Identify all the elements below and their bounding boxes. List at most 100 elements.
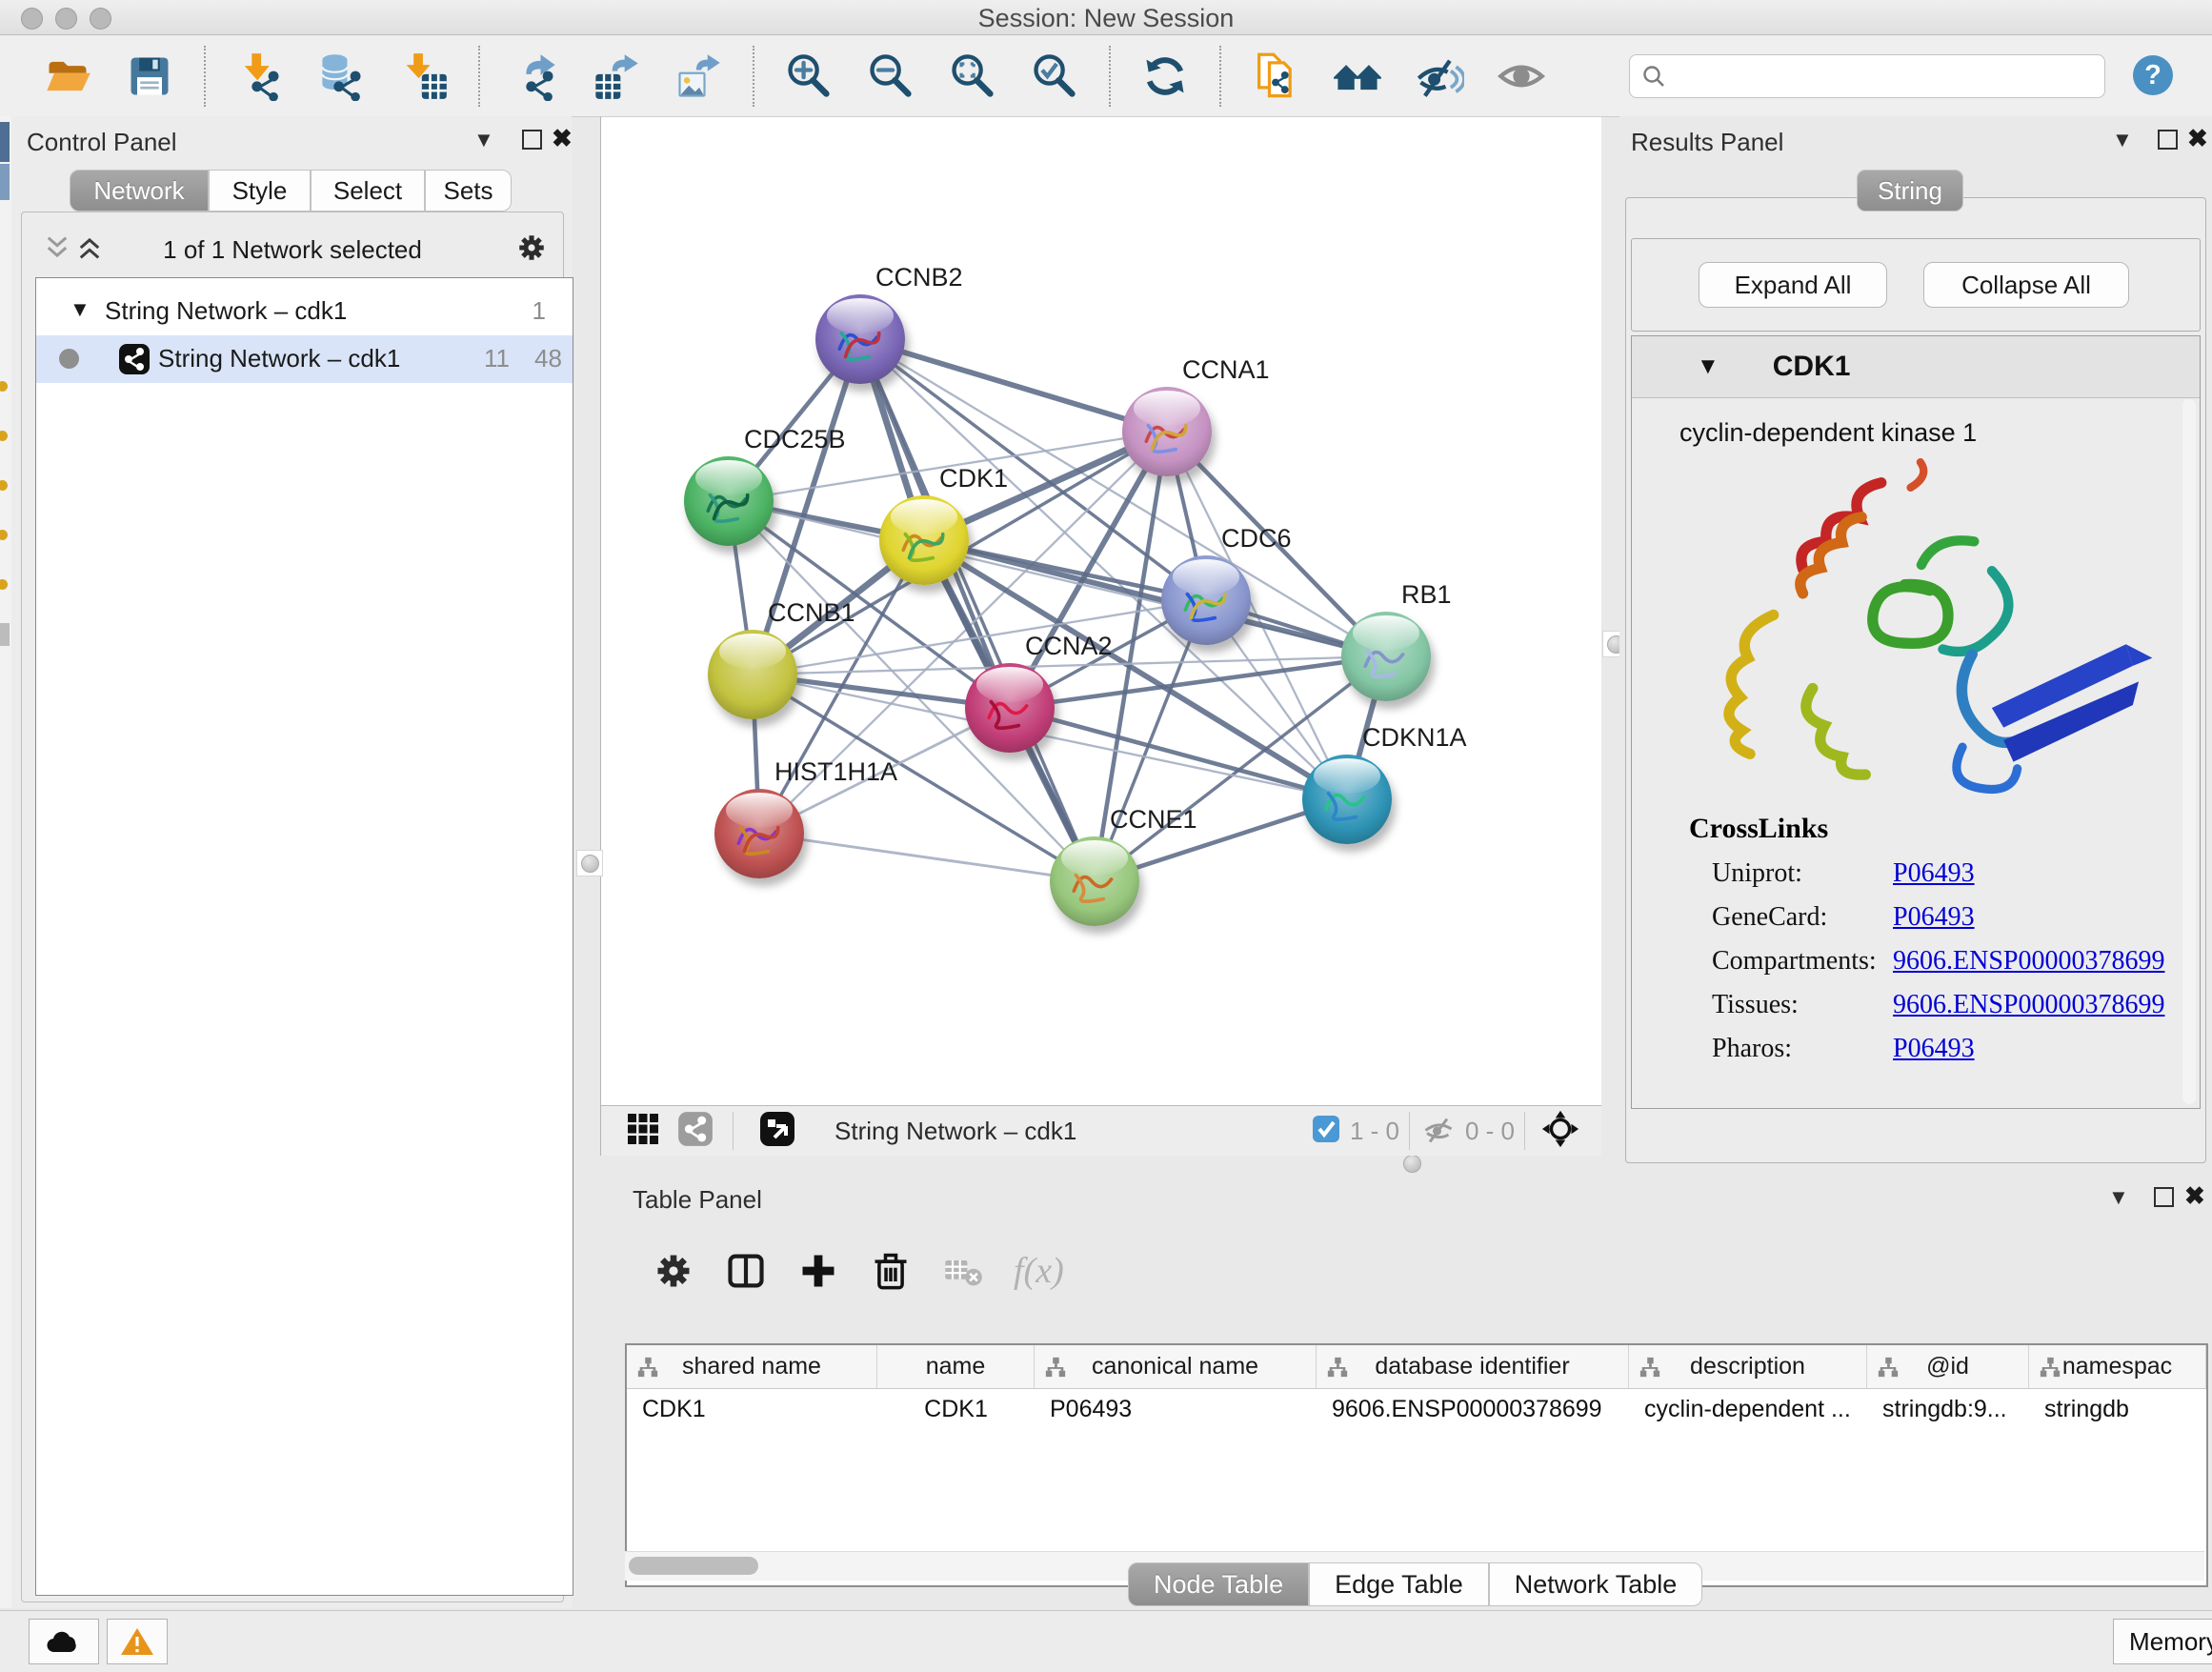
network-node-ccna2[interactable] [965, 663, 1055, 753]
create-column-plus-icon[interactable] [791, 1243, 846, 1299]
tab-sets[interactable]: Sets [425, 170, 512, 212]
search-input[interactable] [1674, 58, 2104, 94]
new-network-from-selection-icon[interactable] [1244, 45, 1307, 108]
network-options-gear-icon[interactable] [515, 232, 548, 269]
hidden-eye-icon[interactable] [1421, 1112, 1456, 1151]
table-panel-close-icon[interactable]: ✖ [2184, 1181, 2205, 1211]
table-panel-float-icon[interactable] [2154, 1187, 2174, 1207]
tab-style[interactable]: Style [209, 170, 311, 212]
expand-all-button[interactable]: Expand All [1699, 262, 1887, 308]
table-options-gear-icon[interactable] [646, 1243, 701, 1299]
tab-select[interactable]: Select [311, 170, 425, 212]
control-panel-menu-icon[interactable]: ▼ [473, 128, 494, 152]
delete-column-trash-icon[interactable] [863, 1243, 918, 1299]
network-row[interactable]: String Network – cdk1 11 48 [36, 335, 573, 383]
tab-string[interactable]: String [1857, 170, 1963, 212]
column-header-description[interactable]: description [1629, 1345, 1867, 1388]
export-image-icon[interactable] [667, 45, 730, 108]
table-cell[interactable]: CDK1 [627, 1388, 877, 1430]
results-scrollbar[interactable] [2182, 399, 2196, 1104]
network-node-cdc6[interactable] [1161, 555, 1251, 645]
memory-button[interactable]: Memory [2113, 1619, 2212, 1664]
help-icon[interactable]: ? [2130, 52, 2176, 98]
selected-checkbox-icon[interactable] [1312, 1115, 1340, 1148]
collapse-all-button[interactable]: Collapse All [1923, 262, 2129, 308]
column-header-shared-name[interactable]: shared name [627, 1345, 877, 1388]
network-node-cdkn1a[interactable] [1302, 755, 1392, 844]
hide-selected-icon[interactable] [1408, 45, 1471, 108]
zoom-out-icon[interactable] [859, 45, 922, 108]
network-node-hist1h1a[interactable] [714, 789, 804, 878]
export-network-icon[interactable] [503, 45, 566, 108]
crosslink-link[interactable]: P06493 [1893, 1034, 1975, 1064]
show-columns-icon[interactable] [718, 1243, 774, 1299]
crosslink-link[interactable]: P06493 [1893, 902, 1975, 933]
column-header-namespac[interactable]: namespac [2029, 1345, 2206, 1388]
first-neighbors-icon[interactable] [1326, 45, 1389, 108]
left-splitter-handle[interactable] [576, 850, 603, 876]
table-cell[interactable]: stringdb [2029, 1388, 2206, 1430]
refresh-icon[interactable] [1134, 45, 1196, 108]
zoom-in-icon[interactable] [777, 45, 840, 108]
gene-symbol: CDK1 [1773, 351, 1851, 383]
column-header-canonical-name[interactable]: canonical name [1035, 1345, 1317, 1388]
table-cell[interactable]: 9606.ENSP00000378699 [1317, 1388, 1629, 1430]
control-panel-float-icon[interactable] [522, 130, 542, 150]
table-cell[interactable]: stringdb:9... [1867, 1388, 2029, 1430]
table-cell[interactable]: P06493 [1035, 1388, 1317, 1430]
tab-network-table[interactable]: Network Table [1489, 1562, 1703, 1606]
zoom-selected-icon[interactable] [1023, 45, 1086, 108]
tab-edge-table[interactable]: Edge Table [1309, 1562, 1489, 1606]
results-panel-menu-icon[interactable]: ▼ [2112, 128, 2133, 152]
zoom-fit-icon[interactable] [941, 45, 1004, 108]
birdseye-view-icon[interactable] [758, 1110, 796, 1153]
collection-expand-icon[interactable]: ▼ [70, 297, 90, 322]
tab-network[interactable]: Network [70, 170, 209, 212]
network-node-ccna1[interactable] [1122, 387, 1212, 476]
collection-label: String Network – cdk1 [105, 296, 347, 326]
export-table-icon[interactable] [585, 45, 648, 108]
network-node-cdc25b[interactable] [684, 456, 774, 546]
network-node-ccne1[interactable] [1050, 836, 1139, 926]
control-panel-tabs: NetworkStyleSelectSets [70, 170, 512, 212]
bottom-splitter-handle[interactable] [1398, 1155, 1426, 1172]
network-node-rb1[interactable] [1341, 612, 1431, 701]
grid-view-icon[interactable] [626, 1112, 660, 1151]
string-view-icon[interactable] [677, 1111, 714, 1152]
control-panel-close-icon[interactable]: ✖ [552, 124, 573, 153]
network-canvas[interactable]: CCNB2CCNA1CDC25BCDK1CDC6RB1CCNB1CCNA2CDK… [602, 122, 1600, 1096]
table-cell[interactable]: CDK1 [877, 1388, 1035, 1430]
main-toolbar: ? [0, 35, 2212, 117]
gene-card-header[interactable]: ▼ CDK1 [1632, 336, 2200, 398]
table-panel-menu-icon[interactable]: ▼ [2108, 1185, 2129, 1210]
import-table-icon[interactable] [392, 45, 455, 108]
open-session-icon[interactable] [36, 45, 99, 108]
column-header-database-identifier[interactable]: database identifier [1317, 1345, 1629, 1388]
fit-selected-crosshair-icon[interactable] [1540, 1109, 1580, 1154]
crosslink-link[interactable]: 9606.ENSP00000378699 [1893, 946, 2164, 977]
import-network-file-icon[interactable] [229, 45, 292, 108]
results-panel-close-icon[interactable]: ✖ [2187, 124, 2208, 153]
import-network-database-icon[interactable] [311, 45, 373, 108]
search-box[interactable] [1629, 54, 2105, 98]
save-session-icon[interactable] [118, 45, 181, 108]
crosslink-link[interactable]: 9606.ENSP00000378699 [1893, 990, 2164, 1020]
gene-collapse-icon[interactable]: ▼ [1697, 353, 1719, 380]
column-header-name[interactable]: name [877, 1345, 1035, 1388]
network-collection-row[interactable]: ▼ String Network – cdk1 1 [36, 288, 573, 335]
tab-node-table[interactable]: Node Table [1128, 1562, 1309, 1606]
table-hscroll-thumb[interactable] [629, 1557, 758, 1575]
results-panel-float-icon[interactable] [2158, 130, 2178, 150]
show-all-icon[interactable] [1490, 45, 1553, 108]
network-node-cdk1[interactable] [879, 495, 969, 585]
column-header--id[interactable]: @id [1867, 1345, 2029, 1388]
crosslink-link[interactable]: P06493 [1893, 858, 1975, 889]
network-node-ccnb1[interactable] [708, 630, 797, 719]
network-node-ccnb2[interactable] [815, 294, 905, 384]
warnings-button[interactable] [107, 1619, 168, 1664]
results-panel: Results Panel ▼ ✖ String Expand All Coll… [1619, 116, 2212, 1168]
column-header-label: database identifier [1375, 1353, 1569, 1380]
collection-count: 1 [533, 296, 546, 326]
table-cell[interactable]: cyclin-dependent ... [1629, 1388, 1867, 1430]
cloud-status-button[interactable] [29, 1619, 99, 1664]
